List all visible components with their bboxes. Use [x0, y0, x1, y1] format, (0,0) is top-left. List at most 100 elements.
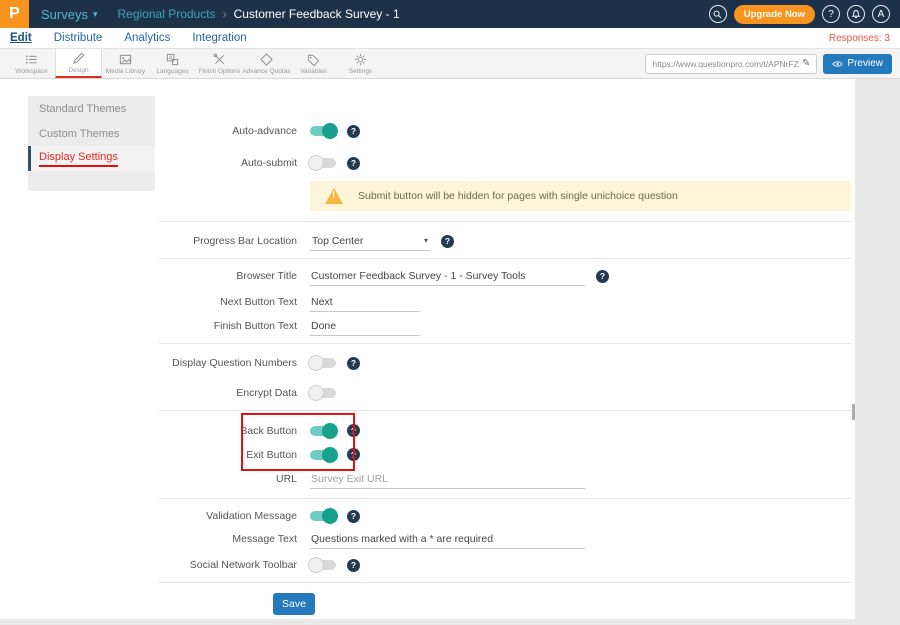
tab-settings[interactable]: Settings — [337, 49, 384, 78]
encrypt-data-label: Encrypt Data — [155, 387, 297, 399]
social-network-toolbar-toggle[interactable] — [310, 560, 336, 570]
encrypt-data-toggle[interactable] — [310, 388, 336, 398]
nav-tab-integration[interactable]: Integration — [192, 32, 246, 44]
back-button-toggle[interactable] — [310, 426, 336, 436]
next-button-text-label: Next Button Text — [155, 296, 297, 308]
main-nav: Edit Distribute Analytics Integration Re… — [0, 28, 900, 48]
content-area: Standard Themes Custom Themes Display Se… — [0, 79, 900, 625]
validation-message-label: Validation Message — [155, 510, 297, 522]
display-question-numbers-label: Display Question Numbers — [155, 357, 297, 369]
tab-design[interactable]: Design — [55, 49, 102, 78]
tab-variables[interactable]: Variables — [290, 49, 337, 78]
chevron-down-icon: ▾ — [93, 9, 98, 20]
validation-message-toggle[interactable] — [310, 511, 336, 521]
browser-title-help-icon[interactable]: ? — [596, 270, 609, 283]
row-back-button: Back Button ? — [155, 419, 855, 442]
finish-button-text-input[interactable] — [310, 317, 420, 336]
languages-icon: A — [165, 52, 180, 67]
eye-icon — [832, 60, 843, 68]
auto-advance-label: Auto-advance — [155, 125, 297, 137]
finish-options-icon — [212, 52, 227, 67]
exit-button-toggle[interactable] — [310, 450, 336, 460]
row-message-text: Message Text — [155, 528, 855, 550]
row-encrypt-data: Encrypt Data — [155, 382, 855, 404]
display-question-numbers-help-icon[interactable]: ? — [347, 357, 360, 370]
row-progress-bar-location: Progress Bar Location Top Center ▾ ? — [155, 230, 855, 252]
product-label: Surveys — [41, 7, 88, 22]
survey-url-box: ✎ — [645, 54, 817, 74]
auto-advance-help-icon[interactable]: ? — [347, 125, 360, 138]
auto-advance-toggle[interactable] — [310, 126, 336, 136]
message-text-label: Message Text — [155, 533, 297, 545]
next-button-text-input[interactable] — [310, 293, 420, 312]
social-network-toolbar-help-icon[interactable]: ? — [347, 559, 360, 572]
browser-title-label: Browser Title — [155, 270, 297, 282]
sidebar-item-custom-themes[interactable]: Custom Themes — [28, 121, 155, 146]
row-display-question-numbers: Display Question Numbers ? — [155, 352, 855, 374]
exit-button-label: Exit Button — [155, 449, 297, 461]
validation-message-help-icon[interactable]: ? — [347, 510, 360, 523]
product-switcher[interactable]: Surveys ▾ — [41, 7, 98, 22]
row-exit-button: Exit Button ? — [155, 443, 855, 466]
row-finish-button-text: Finish Button Text — [155, 315, 855, 337]
tab-advance-quotas[interactable]: Advance Quotas — [243, 49, 290, 78]
survey-url-input[interactable] — [652, 59, 798, 69]
row-browser-title: Browser Title ? — [155, 265, 855, 287]
browser-title-input[interactable] — [310, 267, 585, 286]
row-exit-url: URL — [155, 468, 855, 490]
preview-button[interactable]: Preview — [823, 54, 892, 74]
sidebar-item-display-settings[interactable]: Display Settings — [28, 146, 155, 171]
design-icon — [71, 51, 86, 66]
social-network-toolbar-label: Social Network Toolbar — [155, 559, 297, 571]
exit-url-label: URL — [155, 473, 297, 485]
help-button[interactable]: ? — [822, 5, 840, 23]
exit-url-input[interactable] — [310, 470, 585, 489]
nav-tab-analytics[interactable]: Analytics — [124, 32, 170, 44]
warning-text: Submit button will be hidden for pages w… — [358, 190, 678, 202]
toolbar-right: ✎ Preview — [645, 49, 900, 78]
search-button[interactable] — [709, 5, 727, 23]
progress-bar-location-value: Top Center — [312, 235, 363, 247]
message-text-input[interactable] — [310, 530, 585, 549]
save-button[interactable]: Save — [273, 593, 315, 615]
row-social-network-toolbar: Social Network Toolbar ? — [155, 554, 855, 576]
nav-tab-distribute[interactable]: Distribute — [54, 32, 103, 44]
breadcrumb-survey-title: Customer Feedback Survey - 1 — [234, 7, 400, 21]
nav-tab-edit[interactable]: Edit — [10, 32, 32, 44]
back-exit-annotation-wrap: Back Button ? Exit Button ? — [155, 419, 855, 466]
tab-workspace[interactable]: Workspace — [8, 49, 55, 78]
workspace-icon — [24, 52, 39, 67]
back-button-label: Back Button — [155, 425, 297, 437]
design-panel: Standard Themes Custom Themes Display Se… — [0, 79, 855, 619]
row-validation-message: Validation Message ? — [155, 505, 855, 527]
progress-bar-location-select[interactable]: Top Center ▾ — [310, 232, 430, 251]
scrollbar-thumb[interactable] — [852, 404, 855, 420]
auto-submit-help-icon[interactable]: ? — [347, 157, 360, 170]
chevron-down-icon: ▾ — [424, 236, 428, 245]
section-divider — [159, 498, 851, 499]
display-question-numbers-toggle[interactable] — [310, 358, 336, 368]
media-library-icon — [118, 52, 133, 67]
upgrade-button[interactable]: Upgrade Now — [734, 5, 815, 24]
auto-submit-toggle[interactable] — [310, 158, 336, 168]
sidebar-item-standard-themes[interactable]: Standard Themes — [28, 96, 155, 121]
edit-toolbar: Workspace Design Media Library A Languag… — [0, 48, 900, 79]
exit-button-help-icon[interactable]: ? — [347, 448, 360, 461]
tab-media-library[interactable]: Media Library — [102, 49, 149, 78]
display-settings-form: Auto-advance ? Auto-submit ? ! Submit bu… — [155, 79, 855, 615]
progress-bar-help-icon[interactable]: ? — [441, 235, 454, 248]
back-button-help-icon[interactable]: ? — [347, 424, 360, 437]
design-sidebar: Standard Themes Custom Themes Display Se… — [28, 96, 155, 191]
breadcrumb-folder[interactable]: Regional Products — [118, 7, 216, 21]
tab-languages[interactable]: A Languages — [149, 49, 196, 78]
search-icon — [713, 10, 722, 19]
responses-count[interactable]: Responses: 3 — [829, 33, 890, 44]
breadcrumb-separator-icon: › — [223, 7, 227, 21]
edit-url-pencil-icon[interactable]: ✎ — [802, 58, 810, 69]
notifications-button[interactable] — [847, 5, 865, 23]
auto-submit-label: Auto-submit — [155, 157, 297, 169]
logo[interactable]: P — [0, 0, 29, 28]
avatar[interactable]: A — [872, 5, 890, 23]
progress-bar-location-label: Progress Bar Location — [155, 235, 297, 247]
tab-finish-options[interactable]: Finish Options — [196, 49, 243, 78]
